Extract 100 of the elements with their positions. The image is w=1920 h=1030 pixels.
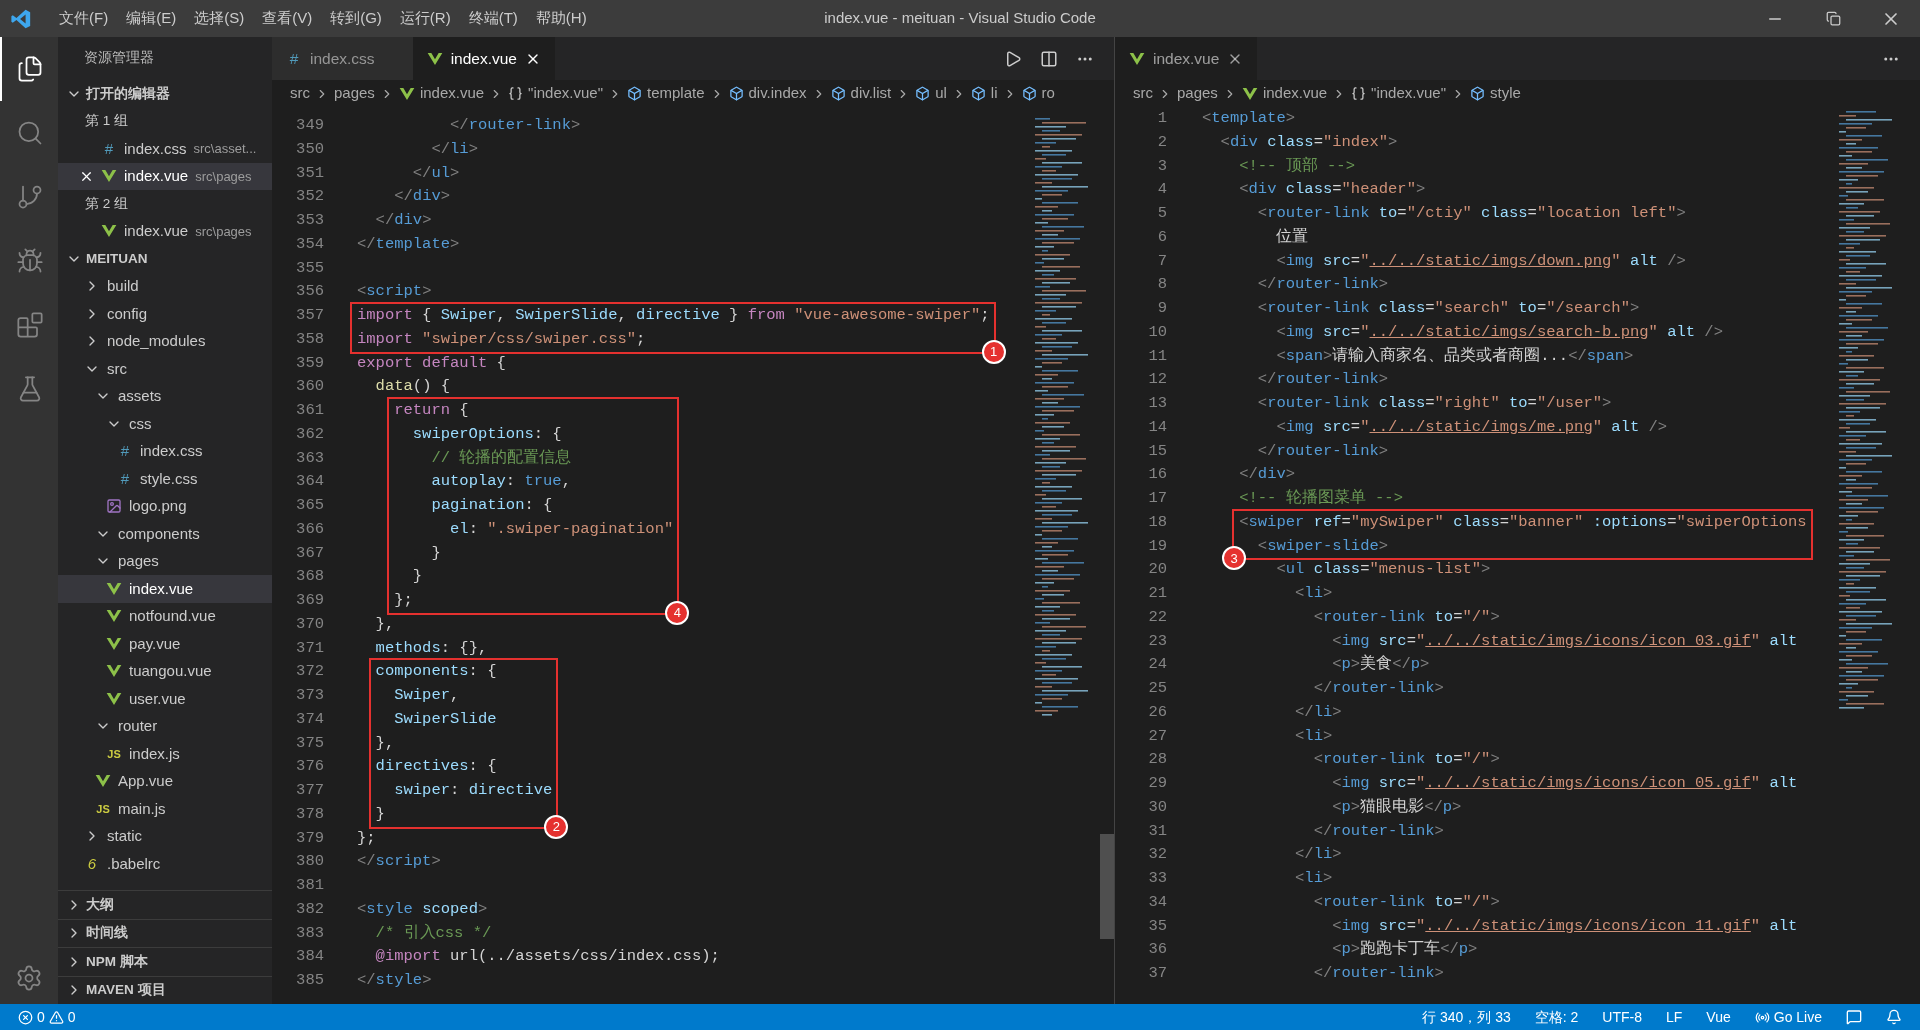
problems-button[interactable]: 0 0 [0, 1006, 76, 1028]
breadcrumb-item[interactable]: index.vue [1262, 82, 1328, 105]
tree-item[interactable]: # index.css [58, 437, 272, 465]
line-number: 23 [1148, 630, 1167, 652]
breadcrumb-item[interactable]: src [290, 82, 310, 105]
section-header[interactable]: MAVEN 项目 [58, 976, 272, 1004]
menu-item[interactable]: 帮助(H) [526, 7, 596, 30]
editor-tab[interactable]: index.vue [1115, 37, 1258, 80]
status-item[interactable]: LF [1666, 1006, 1683, 1028]
breadcrumb-item[interactable]: template [646, 82, 705, 105]
breadcrumb-item[interactable]: style [1489, 82, 1521, 105]
breadcrumb-item[interactable]: div.index [748, 82, 807, 105]
editor-tab[interactable]: index.vue [412, 37, 555, 80]
line-number: 362 [296, 423, 324, 445]
status-item[interactable]: UTF-8 [1602, 1006, 1642, 1028]
tree-item[interactable]: router [58, 712, 272, 740]
tree-item[interactable]: JS main.js [58, 795, 272, 823]
line-number: 353 [296, 210, 324, 231]
menu-item[interactable]: 编辑(E) [117, 7, 186, 30]
breadcrumb-item[interactable]: ul [935, 82, 947, 105]
tree-item[interactable]: assets [58, 382, 272, 410]
settings-icon[interactable] [15, 964, 43, 992]
line-number: 8 [1157, 274, 1167, 296]
code-line: <router-link to="/"> [1313, 749, 1500, 771]
feedback-icon[interactable] [1846, 1009, 1862, 1025]
section-header[interactable]: NPM 脚本 [58, 948, 272, 976]
breadcrumb-item[interactable]: "index.vue" [1371, 82, 1446, 105]
line-number: 26 [1148, 701, 1167, 723]
breadcrumb-item[interactable]: ro [1041, 82, 1055, 105]
line-number: 365 [296, 495, 324, 516]
line-number: 378 [296, 803, 324, 825]
tree-item[interactable]: notfound.vue [58, 602, 272, 630]
open-editor-item[interactable]: index.vue src\pages [58, 217, 272, 245]
code-line: <p>猫眼电影</p> [1332, 796, 1462, 818]
tree-item[interactable]: pay.vue [58, 630, 272, 658]
menu-item[interactable]: 运行(R) [390, 7, 460, 30]
breadcrumb-item[interactable]: li [990, 82, 998, 105]
menu-item[interactable]: 查看(V) [253, 7, 322, 30]
menu-item[interactable]: 转到(G) [321, 7, 391, 30]
status-item[interactable]: Vue [1706, 1006, 1731, 1028]
line-number: 370 [296, 613, 324, 635]
section-header[interactable]: MEITUAN [58, 245, 272, 273]
code-line: swiper: directive [394, 780, 553, 801]
tree-item[interactable]: # style.css [58, 465, 272, 493]
scrollbar-thumb[interactable] [1100, 834, 1114, 939]
tree-item[interactable]: App.vue [58, 767, 272, 795]
tree-item[interactable]: static [58, 822, 272, 850]
restore-icon[interactable] [1825, 11, 1841, 26]
tree-item[interactable]: components [58, 520, 272, 548]
breadcrumb-item[interactable]: src [1133, 82, 1153, 105]
line-number: 33 [1148, 868, 1167, 889]
tree-item[interactable]: logo.png [58, 492, 272, 520]
tree-item[interactable]: build [58, 272, 272, 300]
code-line: </style> [357, 970, 432, 991]
go-live-button[interactable]: Go Live [1754, 1006, 1822, 1028]
image-icon [106, 498, 122, 515]
code-line: <li> [1295, 868, 1333, 889]
line-number: 367 [296, 542, 324, 564]
cube-icon [626, 86, 642, 101]
tree-item[interactable]: config [58, 300, 272, 328]
status-item[interactable]: 空格: 2 [1534, 1006, 1579, 1028]
menu-item[interactable]: 文件(F) [50, 7, 118, 30]
line-number: 372 [296, 661, 324, 683]
open-editor-item[interactable]: # index.css src\asset... [58, 135, 272, 163]
code-line: </li> [1295, 844, 1342, 866]
vue-icon [1241, 85, 1258, 102]
tree-item[interactable]: JS index.js [58, 740, 272, 768]
tree-item[interactable]: src [58, 355, 272, 383]
bell-icon[interactable] [1886, 1009, 1902, 1025]
line-number: 30 [1148, 796, 1167, 818]
editor-tab[interactable]: # index.css [272, 37, 413, 80]
open-editor-item[interactable]: index.vue src\pages [58, 162, 272, 190]
tree-item[interactable]: node_modules [58, 327, 272, 355]
code-line: pagination: { [431, 495, 553, 516]
line-number: 368 [296, 566, 324, 588]
breadcrumb-item[interactable]: "index.vue" [528, 82, 603, 105]
split-editor-icon[interactable] [1040, 49, 1058, 68]
line-number: 366 [296, 518, 324, 540]
run-icon[interactable] [1004, 49, 1022, 68]
section-header[interactable]: 打开的编辑器 [58, 80, 272, 108]
tree-item[interactable]: pages [58, 547, 272, 575]
menu-item[interactable]: 选择(S) [185, 7, 254, 30]
breadcrumb-item[interactable]: index.vue [419, 82, 485, 105]
tree-item[interactable]: index.vue [58, 575, 272, 603]
code-line: <!-- 顶部 --> [1239, 155, 1355, 177]
section-header[interactable]: 时间线 [58, 919, 272, 947]
menu-item[interactable]: 终端(T) [459, 7, 527, 30]
line-number: 361 [296, 400, 324, 421]
tree-item[interactable]: css [58, 410, 272, 438]
line-number: 384 [296, 946, 324, 968]
status-item[interactable]: 行 340，列 33 [1422, 1006, 1511, 1028]
code-line: }; [357, 827, 376, 849]
tree-item[interactable]: user.vue [58, 685, 272, 713]
breadcrumb-item[interactable]: pages [334, 82, 375, 105]
breadcrumb-item[interactable]: div.list [850, 82, 892, 105]
tree-item[interactable]: 6 .babelrc [58, 850, 272, 878]
code-line: </ul> [412, 162, 460, 184]
breadcrumb-item[interactable]: pages [1177, 82, 1218, 105]
section-header[interactable]: 大纲 [58, 891, 272, 919]
tree-item[interactable]: tuangou.vue [58, 657, 272, 685]
